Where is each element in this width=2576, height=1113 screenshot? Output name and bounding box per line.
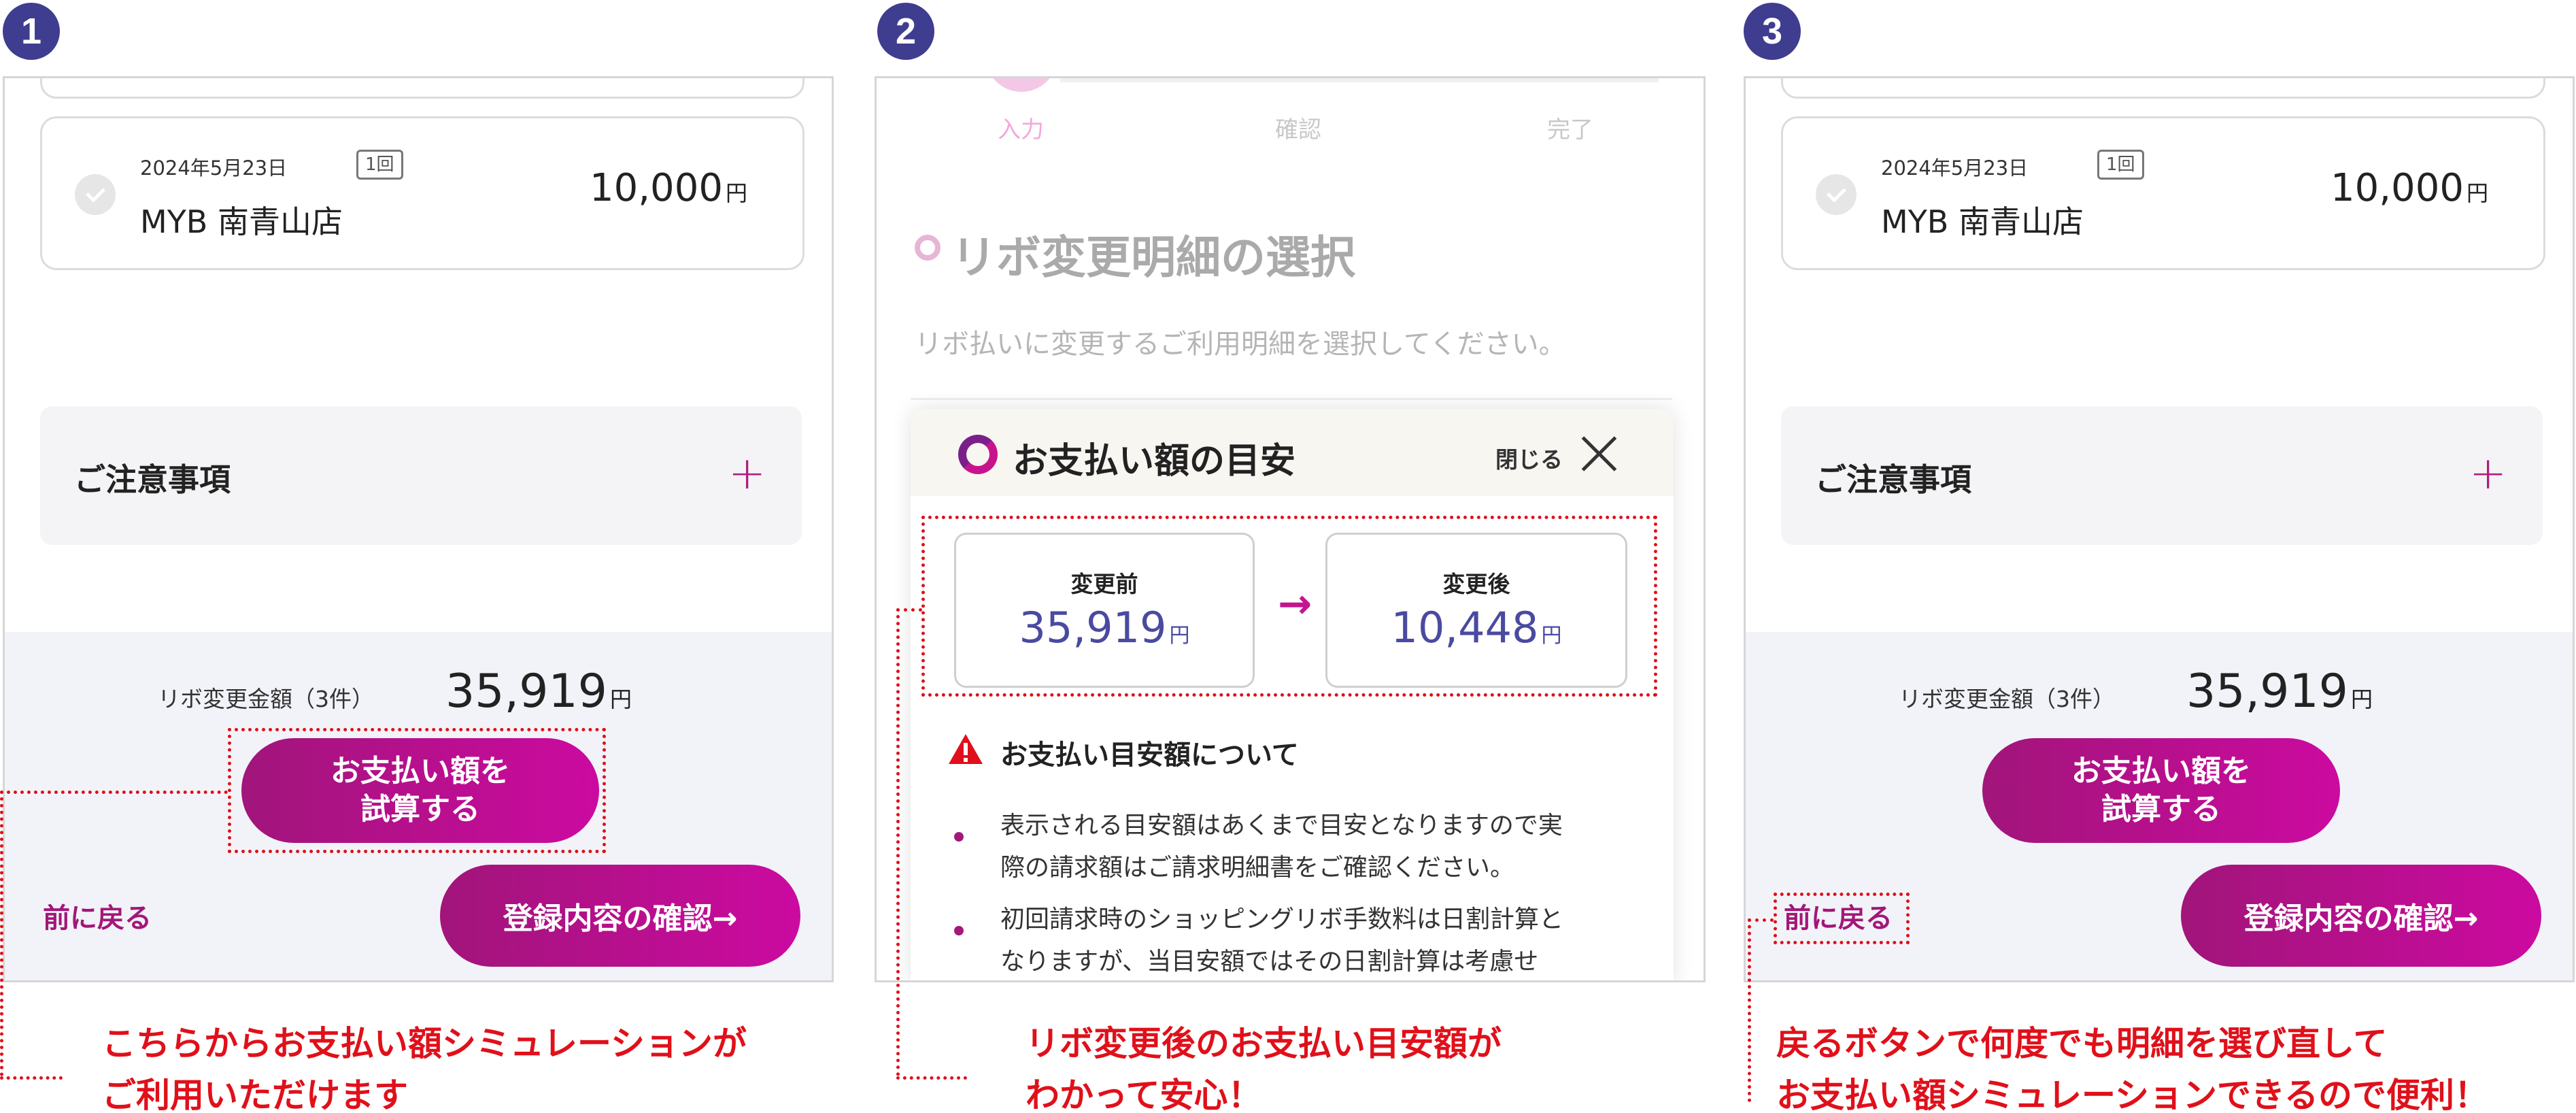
- callout-line: [0, 1076, 63, 1080]
- check-icon[interactable]: [75, 174, 116, 215]
- section-subtext: リボ払いに変更するご利用明細を選択してください。: [915, 329, 1566, 360]
- store-name: MYB 南青山店: [1881, 203, 2084, 240]
- transaction-amount: 10,000 円: [2331, 166, 2488, 210]
- plus-icon[interactable]: +: [2469, 451, 2507, 496]
- back-link[interactable]: 前に戻る: [43, 896, 152, 935]
- check-icon[interactable]: [1816, 174, 1857, 215]
- list-divider: [911, 398, 1672, 405]
- progress-indicator-active: [985, 78, 1057, 92]
- transaction-amount: 10,000 円: [590, 166, 747, 210]
- notice-accordion[interactable]: ご注意事項 +: [40, 406, 802, 545]
- notice-accordion[interactable]: ご注意事項 +: [1781, 406, 2543, 545]
- bullet-marker: [954, 832, 964, 842]
- callout-box-simulate: [228, 728, 606, 853]
- simulate-button[interactable]: お支払い額を 試算する: [1982, 738, 2340, 843]
- transaction-date: 2024年5月23日: [140, 156, 288, 180]
- installment-badge: 1回: [2097, 150, 2144, 180]
- callout-line: [0, 791, 228, 794]
- transaction-card[interactable]: 2024年5月23日 1回 MYB 南青山店 10,000 円: [40, 116, 804, 270]
- installment-badge: 1回: [356, 150, 403, 180]
- callout-line: [896, 1076, 967, 1080]
- caption-3: 戻るボタンで何度でも明細を選び直して お支払い額シミュレーションできるので便利！: [1776, 1024, 2488, 1113]
- modal-header: お支払い額の目安 閉じる: [911, 409, 1674, 496]
- close-label[interactable]: 閉じる: [1495, 442, 1563, 474]
- plus-icon[interactable]: +: [728, 451, 766, 496]
- revo-amount-value: 35,919 円: [2186, 665, 2373, 718]
- modal-ring-icon: [958, 435, 998, 474]
- caption-1: こちらからお支払い額シミュレーションが ご利用いただけます: [102, 1024, 747, 1113]
- revo-amount-label: リボ変更金額（3件）: [158, 686, 374, 712]
- transaction-date: 2024年5月23日: [1881, 156, 2029, 180]
- transaction-card[interactable]: 2024年5月23日 1回 MYB 南青山店 10,000 円: [1781, 116, 2545, 270]
- callout-line: [1748, 918, 1751, 1102]
- confirm-button[interactable]: 登録内容の確認→: [440, 865, 800, 967]
- warning-title: お支払い目安額について: [1000, 740, 1299, 771]
- bullet-text-2: 初回請求時のショッピングリボ手数料は日割計算と なりますが、当目安額ではその日割計…: [1000, 906, 1564, 976]
- close-icon[interactable]: [1578, 433, 1619, 474]
- step-badge-1: 1: [3, 3, 60, 60]
- bullet-text-1: 表示される目安額はあくまで目安となりますので実 際の請求額はご請求明細書をご確認く…: [1000, 812, 1563, 882]
- section-title: リボ変更明細の選択: [951, 231, 1355, 284]
- revo-amount-value: 35,919 円: [445, 665, 632, 718]
- callout-box-estimate: [921, 516, 1657, 697]
- notice-label: ご注意事項: [74, 461, 231, 498]
- progress-step-confirm: 確認: [1275, 116, 1321, 144]
- transaction-card-previous[interactable]: [1781, 78, 2545, 99]
- progress-bar: [1060, 78, 1659, 82]
- bullet-marker: [954, 926, 964, 935]
- modal-title: お支払い額の目安: [1013, 441, 1296, 482]
- step-badge-2: 2: [877, 3, 934, 60]
- callout-line: [0, 791, 3, 1076]
- confirm-button[interactable]: 登録内容の確認→: [2181, 865, 2541, 967]
- progress-step-complete: 完了: [1547, 116, 1593, 144]
- revo-amount-label: リボ変更金額（3件）: [1899, 686, 2115, 712]
- callout-line: [896, 608, 922, 612]
- screen-panel-3: 2024年5月23日 1回 MYB 南青山店 10,000 円 ご注意事項 + リ…: [1744, 76, 2575, 982]
- callout-line: [1748, 918, 1774, 922]
- section-marker-icon: [915, 235, 940, 261]
- progress-step-input: 入力: [998, 116, 1044, 144]
- store-name: MYB 南青山店: [140, 203, 343, 240]
- callout-box-back: [1774, 893, 1910, 944]
- caption-2: リボ変更後のお支払い目安額が わかって安心！: [1026, 1024, 1502, 1113]
- warning-icon: [949, 734, 983, 764]
- callout-line: [896, 608, 900, 1076]
- notice-label: ご注意事項: [1815, 461, 1971, 498]
- step-badge-3: 3: [1744, 3, 1801, 60]
- transaction-card-previous[interactable]: [40, 78, 804, 99]
